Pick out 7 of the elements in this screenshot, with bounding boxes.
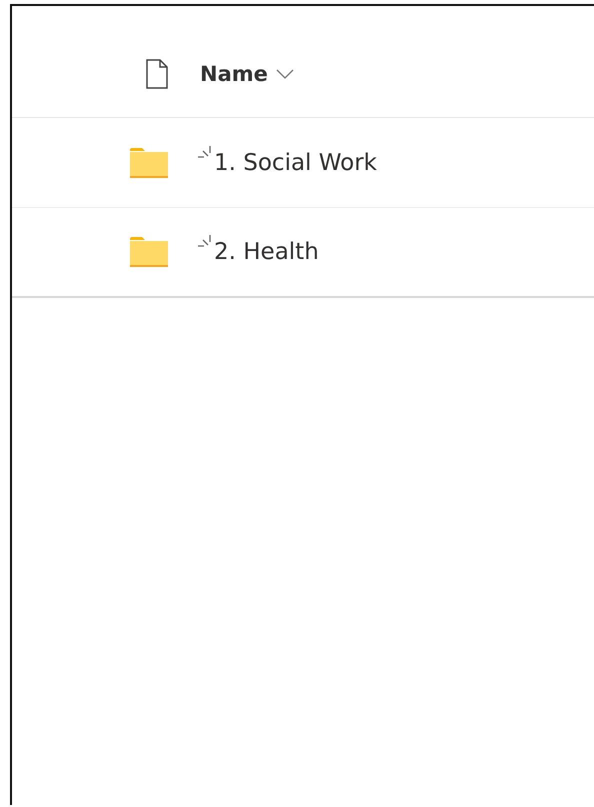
chevron-down-icon <box>276 68 294 78</box>
folder-name-link[interactable]: 2. Health <box>214 239 319 265</box>
folder-icon <box>130 148 168 178</box>
folder-name-link[interactable]: 1. Social Work <box>214 150 377 176</box>
file-icon <box>146 58 168 88</box>
name-column-header[interactable]: Name <box>200 62 294 86</box>
folder-icon <box>130 237 168 267</box>
